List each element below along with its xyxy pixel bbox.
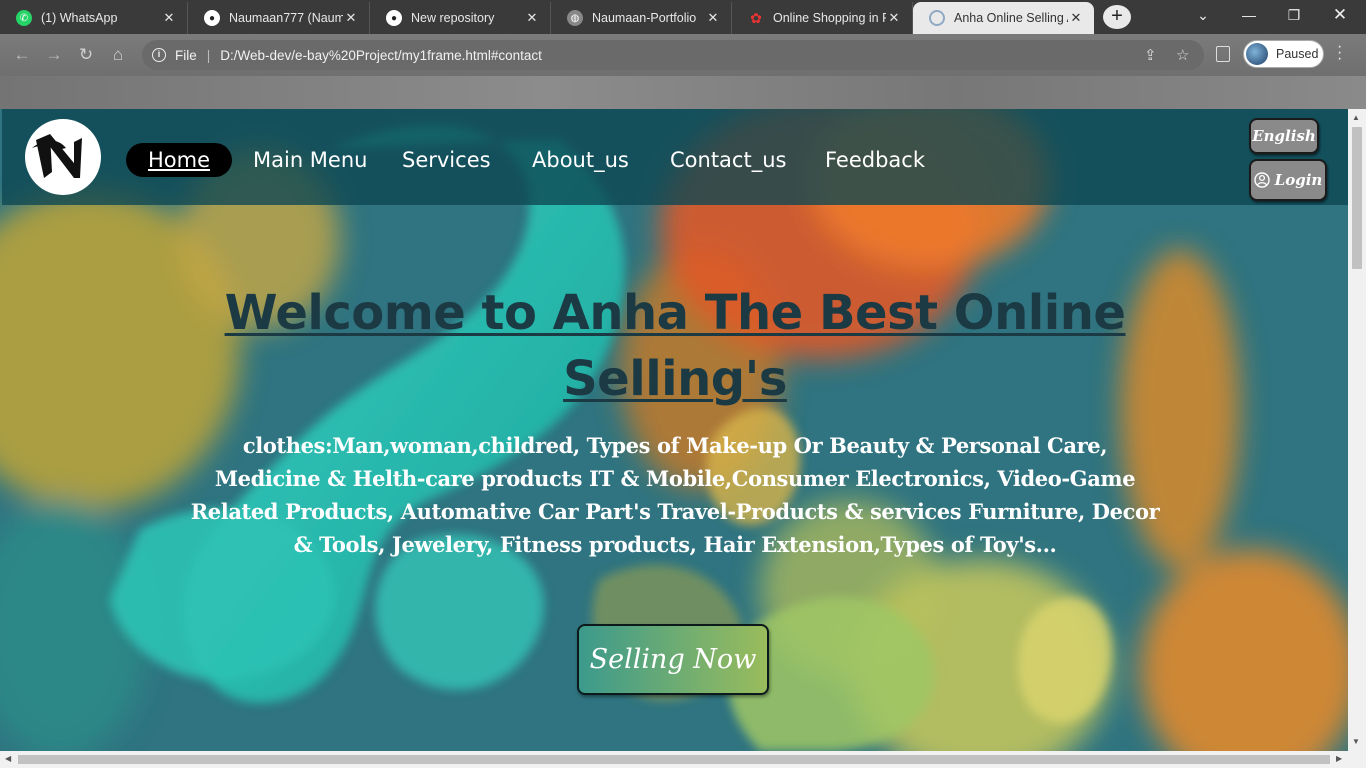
selling-now-button[interactable]: Selling Now bbox=[577, 624, 769, 695]
tab-github-profile[interactable]: ● Naumaan777 (Naum ✕ bbox=[188, 2, 370, 34]
login-label: Login bbox=[1274, 171, 1323, 189]
menu-kebab-icon[interactable]: · · · bbox=[1337, 39, 1342, 67]
scroll-up-icon[interactable]: ▲ bbox=[1352, 113, 1360, 122]
url-separator: | bbox=[206, 47, 211, 63]
window-close-icon[interactable]: ✕ bbox=[1318, 0, 1362, 30]
nav-contact[interactable]: Contact_us bbox=[648, 143, 808, 177]
page-viewport: Home Main Menu Services About_us Contact… bbox=[0, 109, 1348, 751]
hero-description: clothes:Man,woman,childred, Types of Mak… bbox=[190, 433, 1160, 557]
url-text[interactable]: D:/Web-dev/e-bay%20Project/my1frame.html… bbox=[220, 48, 542, 63]
site-logo[interactable] bbox=[25, 119, 101, 195]
loading-icon bbox=[929, 10, 945, 26]
toolbar-shadow-strip bbox=[0, 76, 1366, 109]
nav-home[interactable]: Home bbox=[126, 143, 233, 177]
whatsapp-icon: ✆ bbox=[16, 10, 32, 26]
avatar bbox=[1246, 43, 1268, 65]
restore-icon[interactable]: ❐ bbox=[1272, 0, 1316, 30]
close-icon[interactable]: ✕ bbox=[886, 10, 902, 26]
close-icon[interactable]: ✕ bbox=[705, 10, 721, 26]
nav-main-menu[interactable]: Main Menu bbox=[231, 143, 389, 177]
close-icon[interactable]: ✕ bbox=[161, 10, 177, 26]
bookmark-star-icon[interactable]: ☆ bbox=[1176, 46, 1189, 64]
hero-headline: Welcome to Anha The Best Online Selling'… bbox=[224, 285, 1126, 407]
share-icon[interactable]: ⇪ bbox=[1144, 46, 1157, 64]
tab-title: New repository bbox=[411, 11, 495, 25]
tab-new-repository[interactable]: ● New repository ✕ bbox=[370, 2, 551, 34]
address-bar[interactable]: i File | D:/Web-dev/e-bay%20Project/my1f… bbox=[142, 40, 1204, 70]
tab-title: Online Shopping in P bbox=[773, 11, 886, 25]
logo-n-icon bbox=[32, 134, 82, 178]
vertical-scroll-thumb[interactable] bbox=[1352, 127, 1362, 269]
forward-icon[interactable]: → bbox=[42, 43, 66, 67]
scroll-down-icon[interactable]: ▼ bbox=[1352, 737, 1360, 746]
tab-search-icon[interactable]: ⌄ bbox=[1181, 0, 1225, 30]
tab-strip: ✆ (1) WhatsApp ✕ ● Naumaan777 (Naum ✕ ● … bbox=[0, 0, 1366, 34]
github-icon: ● bbox=[386, 10, 402, 26]
site-info-icon[interactable]: i bbox=[152, 48, 166, 62]
back-icon[interactable]: ← bbox=[10, 43, 34, 67]
new-tab-button[interactable]: + bbox=[1103, 5, 1131, 29]
scroll-right-icon[interactable]: ▶ bbox=[1336, 754, 1342, 763]
github-icon: ● bbox=[204, 10, 220, 26]
login-button[interactable]: Login bbox=[1249, 159, 1327, 201]
reload-icon[interactable]: ↻ bbox=[74, 43, 98, 67]
close-icon[interactable]: ✕ bbox=[1068, 10, 1084, 26]
tab-title: Anha Online Selling A bbox=[954, 11, 1068, 25]
nav-services[interactable]: Services bbox=[380, 143, 513, 177]
tab-title: (1) WhatsApp bbox=[41, 11, 118, 25]
tab-title: Naumaan-Portfolio bbox=[592, 11, 697, 25]
user-circle-icon bbox=[1253, 172, 1270, 188]
home-icon[interactable]: ⌂ bbox=[106, 43, 130, 67]
close-icon[interactable]: ✕ bbox=[524, 10, 540, 26]
nav-feedback[interactable]: Feedback bbox=[803, 143, 947, 177]
horizontal-scrollbar[interactable]: ◀ ▶ bbox=[0, 751, 1366, 768]
close-icon[interactable]: ✕ bbox=[343, 10, 359, 26]
tab-portfolio[interactable]: ◍ Naumaan-Portfolio ✕ bbox=[551, 2, 732, 34]
browser-toolbar: ← → ↻ ⌂ i File | D:/Web-dev/e-bay%20Proj… bbox=[0, 34, 1366, 76]
horizontal-scroll-thumb[interactable] bbox=[18, 755, 1330, 764]
tab-title: Naumaan777 (Naum bbox=[229, 11, 343, 25]
vertical-scrollbar[interactable]: ▲ ▼ bbox=[1348, 109, 1366, 751]
profile-status: Paused bbox=[1276, 47, 1319, 61]
tab-anha-active[interactable]: Anha Online Selling A ✕ bbox=[913, 2, 1094, 34]
side-panel-icon[interactable] bbox=[1216, 46, 1230, 62]
tab-online-shopping[interactable]: ✿ Online Shopping in P ✕ bbox=[732, 2, 913, 34]
shop-icon: ✿ bbox=[750, 9, 762, 26]
site-navbar: Home Main Menu Services About_us Contact… bbox=[2, 109, 1348, 205]
url-scheme: File bbox=[175, 47, 197, 63]
language-button[interactable]: English bbox=[1249, 118, 1319, 154]
globe-icon: ◍ bbox=[567, 10, 583, 26]
minimize-icon[interactable]: — bbox=[1227, 0, 1271, 30]
scroll-left-icon[interactable]: ◀ bbox=[5, 754, 11, 763]
profile-button[interactable]: Paused bbox=[1243, 40, 1324, 68]
tab-whatsapp[interactable]: ✆ (1) WhatsApp ✕ bbox=[0, 2, 188, 34]
nav-about[interactable]: About_us bbox=[510, 143, 651, 177]
